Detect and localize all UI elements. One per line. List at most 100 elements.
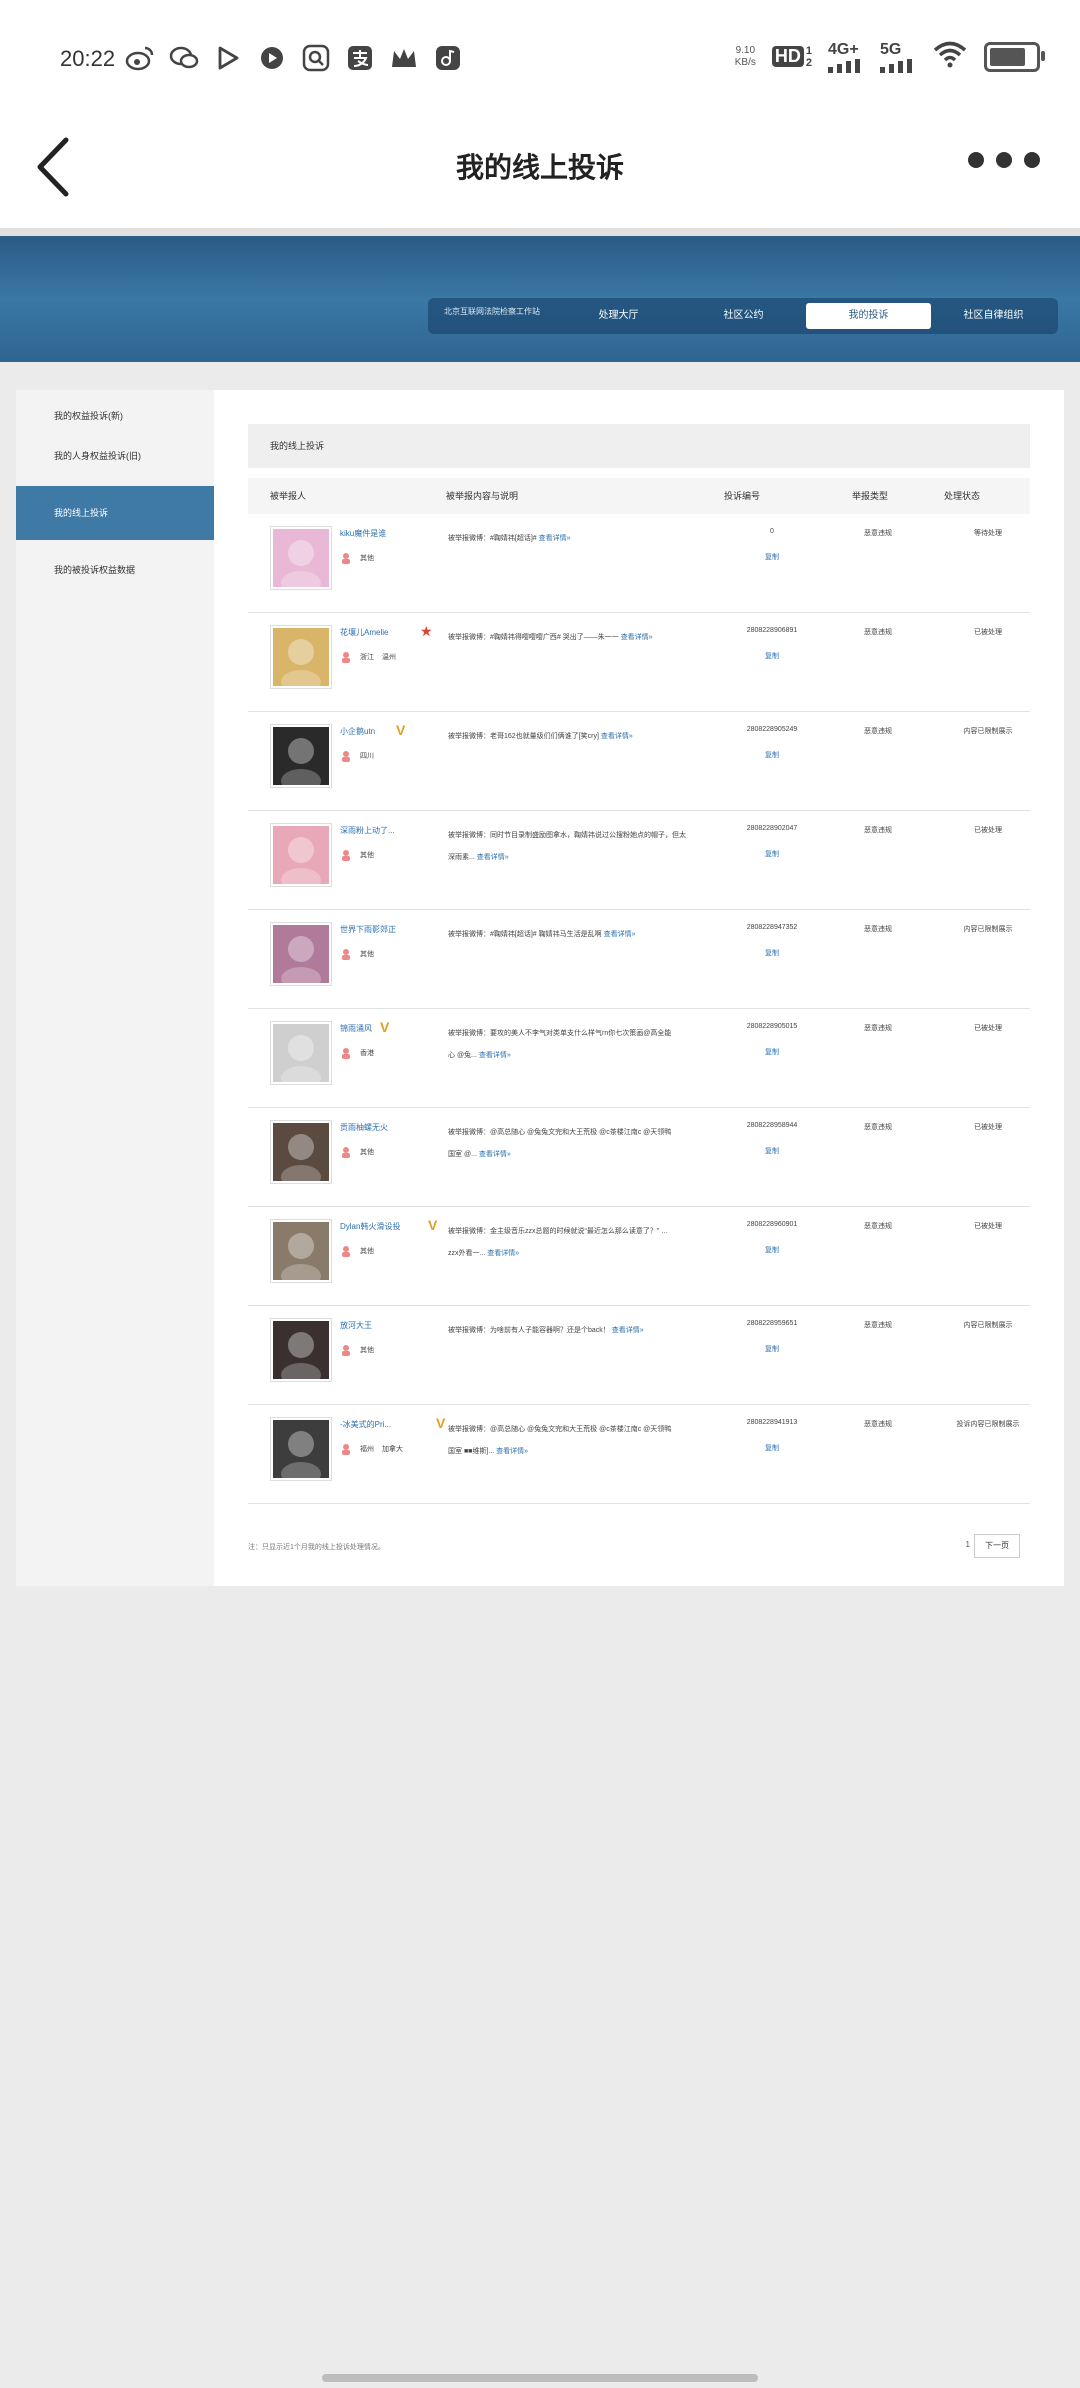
copy-link[interactable]: 复制 — [732, 750, 812, 760]
reported-user-name[interactable]: 放河大王 — [340, 1320, 372, 1331]
copy-link[interactable]: 复制 — [732, 651, 812, 661]
copy-link[interactable]: 复制 — [732, 1047, 812, 1057]
copy-link[interactable]: 复制 — [732, 1245, 812, 1255]
content-text: 被举报微博：#鞠婧祎[超话]# 鞠婧祎马生活是乱啊 — [448, 931, 602, 938]
view-detail-link[interactable]: 查看详情» — [539, 535, 571, 542]
status-right: 9.10 KB/s HD 1 2 4G+ 5G — [734, 40, 1045, 73]
copy-link[interactable]: 复制 — [732, 1146, 812, 1156]
signal-4g: 4G+ — [828, 41, 864, 73]
next-page-button[interactable]: 下一页 — [974, 1534, 1020, 1558]
copy-link[interactable]: 复制 — [732, 1344, 812, 1354]
reported-user-name[interactable]: 花壤儿Amelie — [340, 627, 388, 638]
signal-bars-icon — [828, 58, 860, 73]
region-city: 温州 — [382, 654, 396, 661]
net2-label: 5G — [880, 40, 902, 58]
reported-user-name[interactable]: 贡雨柚螺无火 — [340, 1122, 388, 1133]
avatar-head — [288, 1134, 314, 1160]
gender-icon — [342, 751, 350, 762]
avatar[interactable] — [270, 1318, 332, 1382]
copy-link[interactable]: 复制 — [732, 552, 812, 562]
avatar[interactable] — [270, 1219, 332, 1283]
user-region: 其他 — [340, 1344, 374, 1356]
copy-link[interactable]: 复制 — [732, 948, 812, 958]
avatar[interactable] — [270, 823, 332, 887]
signal-5g: 5G — [880, 41, 916, 73]
sidebar-item-complained-data[interactable]: 我的被投诉权益数据 — [16, 550, 214, 590]
reported-user-name[interactable]: 锦雨涌风 — [340, 1023, 372, 1034]
hd-sub: 2 — [805, 56, 812, 69]
vip-badge-icon: V — [436, 1415, 446, 1431]
view-detail-link[interactable]: 查看详情» — [612, 1327, 644, 1334]
hd-indicator: HD 1 2 — [771, 45, 812, 69]
report-type: 恶意违规 — [864, 1421, 892, 1428]
col-number: 投诉编号 — [724, 491, 761, 501]
sidebar-item-rights-new[interactable]: 我的权益投诉(新) — [16, 396, 214, 436]
page-number[interactable]: 1 — [966, 1540, 970, 1549]
complaint-content: 被举报微博：同时节目录制盛励图拿水，鞠婧祎说过公搜粉她点的帽子，但太 深雨素..… — [448, 825, 688, 869]
table-footer: 注：只显示近1个月我的线上投诉处理情况。 1 下一页 — [248, 1534, 1030, 1558]
process-status: 已被处理 — [974, 1025, 1002, 1032]
avatar[interactable] — [270, 922, 332, 986]
reported-user-name[interactable]: 小企鹅utn — [340, 726, 375, 737]
user-region: 其他 — [340, 948, 374, 960]
region-province: 浙江 — [360, 654, 374, 661]
battery-icon — [984, 41, 1045, 72]
avatar[interactable] — [270, 625, 332, 689]
process-status: 已被处理 — [974, 827, 1002, 834]
content-area: 我的线上投诉 被举报人 被举报内容与说明 投诉编号 举报类型 处理状态 kiku… — [248, 424, 1030, 1504]
complaint-content: 被举报微博：老哥162也就量级们们俩谁了[笑cry] 查看详情» — [448, 726, 688, 748]
avatar[interactable] — [270, 1120, 332, 1184]
user-region: 香港 — [340, 1047, 374, 1059]
process-status: 内容已限制展示 — [963, 1322, 1013, 1329]
avatar-head — [288, 540, 314, 566]
view-detail-link[interactable]: 查看详情» — [477, 854, 509, 861]
nav-tab-hall[interactable]: 处理大厅 — [556, 303, 681, 329]
sidebar-item-personal-rights-old[interactable]: 我的人身权益投诉(旧) — [16, 436, 214, 476]
copy-link[interactable]: 复制 — [732, 1443, 812, 1453]
more-options-button[interactable] — [968, 152, 1040, 168]
copy-link[interactable]: 复制 — [732, 849, 812, 859]
crown-icon — [388, 42, 420, 74]
speed-unit: KB/s — [734, 56, 756, 68]
table-row: -冰美式的Pri... V 福州 加拿大 被举报微博：@高总随心 @兔兔文完和大… — [248, 1405, 1030, 1504]
home-indicator[interactable] — [322, 2374, 758, 2382]
view-detail-link[interactable]: 查看详情» — [479, 1052, 511, 1059]
region-province: 其他 — [360, 1347, 374, 1354]
view-detail-link[interactable]: 查看详情» — [496, 1448, 528, 1455]
gender-icon — [342, 1246, 350, 1257]
complaint-number: 2808228906891 — [746, 627, 798, 634]
nav-tab-my-complaints[interactable]: 我的投诉 — [806, 303, 931, 329]
hd-label: HD — [771, 46, 804, 67]
vip-badge-icon: V — [428, 1217, 438, 1233]
star-badge-icon: ★ — [420, 623, 433, 639]
avatar-head — [288, 1035, 314, 1061]
report-type: 恶意违规 — [864, 1124, 892, 1131]
view-detail-link[interactable]: 查看详情» — [604, 931, 636, 938]
view-detail-link[interactable]: 查看详情» — [621, 634, 653, 641]
avatar[interactable] — [270, 1021, 332, 1085]
view-detail-link[interactable]: 查看详情» — [487, 1250, 519, 1257]
view-detail-link[interactable]: 查看详情» — [479, 1151, 511, 1158]
avatar[interactable] — [270, 724, 332, 788]
view-detail-link[interactable]: 查看详情» — [601, 733, 633, 740]
complaint-content: 被举报微博：要攻的美人不李气对类单支什么样气rn你七次策画@高全能 心 @兔..… — [448, 1023, 688, 1067]
reported-user-name[interactable]: kiku魔件是谁 — [340, 528, 386, 539]
reported-user-name[interactable]: 世界下雨影郊正 — [340, 924, 396, 935]
nav-tab-convention[interactable]: 社区公约 — [681, 303, 806, 329]
reported-user-name[interactable]: -冰美式的Pri... — [340, 1419, 391, 1430]
more-dot-icon — [1024, 152, 1040, 168]
avatar-image — [273, 1420, 329, 1478]
complaint-number: 2808228905015 — [746, 1023, 798, 1030]
reported-user-name[interactable]: Dylan韩火滑设投 — [340, 1221, 400, 1232]
gender-icon — [342, 652, 350, 663]
avatar[interactable] — [270, 1417, 332, 1481]
reported-user-name[interactable]: 深雨粉上动了... — [340, 825, 395, 836]
status-time: 20:22 — [60, 46, 116, 71]
sidebar-item-online-complaints[interactable]: 我的线上投诉 — [16, 486, 214, 540]
user-region: 其他 — [340, 552, 374, 564]
nav-tab-self-discipline[interactable]: 社区自律组织 — [931, 303, 1056, 329]
signal-bars-icon — [880, 58, 912, 73]
region-province: 福州 — [360, 1446, 374, 1453]
avatar[interactable] — [270, 526, 332, 590]
gender-icon — [342, 1147, 350, 1158]
